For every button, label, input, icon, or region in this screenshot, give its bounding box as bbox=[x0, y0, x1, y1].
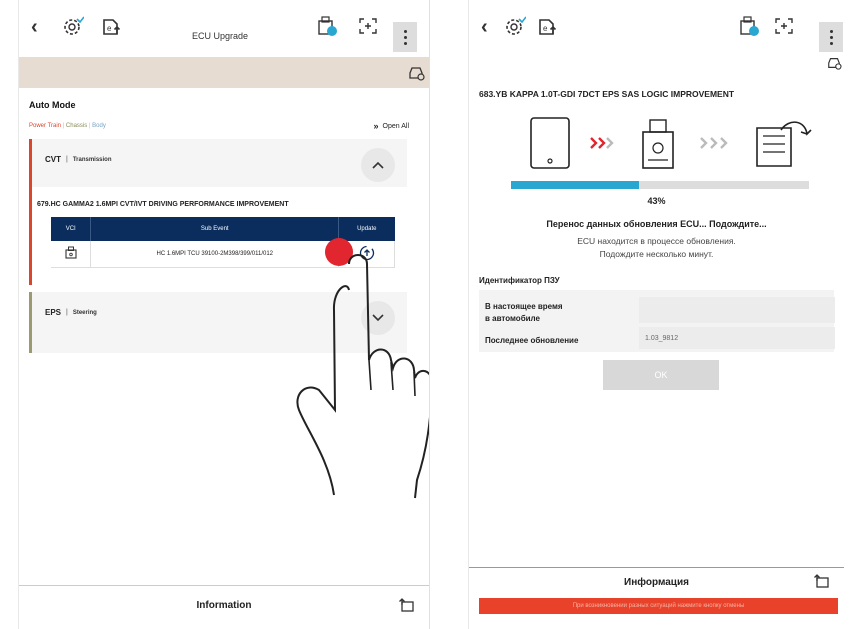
ecu-update-progress-screen: ‹ e 683.YB KAPPA 1.0T-GDI 7DCT EPS SAS L… bbox=[468, 0, 844, 629]
eps-subtitle: Steering bbox=[72, 309, 97, 316]
svg-text:e: e bbox=[107, 24, 112, 33]
auto-mode-heading: Auto Mode bbox=[29, 100, 76, 110]
information-label: Information bbox=[196, 600, 252, 611]
progress-fill bbox=[511, 181, 640, 189]
category-filter: Power Train | Chassis | Body bbox=[29, 123, 106, 129]
vehicle-settings-small-icon[interactable] bbox=[826, 56, 842, 75]
header-sub-event: Sub Event bbox=[90, 217, 340, 241]
vehicle-settings-icon[interactable] bbox=[61, 14, 85, 38]
more-menu-icon[interactable] bbox=[819, 22, 843, 52]
screen-capture-icon[interactable] bbox=[773, 16, 795, 36]
back-chevron-icon[interactable]: ‹ bbox=[31, 16, 38, 39]
vci-status-icon[interactable] bbox=[315, 14, 339, 38]
banner-text: При возникновении разных ситуаций нажмит… bbox=[572, 603, 745, 609]
last-update-value: 1.03_9812 bbox=[639, 327, 835, 349]
eps-header: EPS | Steering bbox=[45, 308, 97, 317]
vehicle-settings-icon[interactable] bbox=[503, 14, 527, 38]
expand-up-icon[interactable] bbox=[814, 574, 830, 588]
vci-icon bbox=[65, 246, 77, 259]
information-bar[interactable]: Информация bbox=[469, 567, 844, 597]
ok-button[interactable]: OK bbox=[603, 360, 719, 390]
category-power-train[interactable]: Power Train bbox=[29, 123, 61, 129]
tap-hand-icon bbox=[296, 254, 429, 499]
top-bar: ‹ e ECU Upgrade bbox=[19, 0, 429, 52]
vehicle-settings-small-icon[interactable] bbox=[407, 65, 425, 86]
vci-status-icon[interactable] bbox=[737, 14, 761, 38]
ecu-module-icon bbox=[756, 121, 812, 167]
arrows-active-icon bbox=[590, 137, 614, 149]
chevron-up-icon bbox=[372, 161, 384, 169]
open-all-button[interactable]: » Open All bbox=[374, 121, 409, 131]
cvt-subtitle: Transmission bbox=[72, 156, 112, 163]
status-main: Перенос данных обновления ECU... Подожди… bbox=[546, 219, 767, 229]
vci-cell bbox=[51, 241, 92, 268]
tablet-icon bbox=[530, 117, 570, 169]
cvt-separator: | bbox=[66, 156, 68, 163]
cvt-collapse-button[interactable] bbox=[361, 148, 395, 182]
cvt-name: CVT bbox=[45, 155, 61, 164]
double-chevron-down-icon: » bbox=[373, 121, 379, 131]
page-title: ECU Upgrade bbox=[192, 31, 249, 41]
cancel-warning-banner: При возникновении разных ситуаций нажмит… bbox=[479, 598, 838, 614]
information-bar[interactable]: Information bbox=[19, 585, 429, 625]
information-label: Информация bbox=[624, 577, 689, 588]
arrows-pending-icon bbox=[700, 137, 728, 149]
progress-percent: 43% bbox=[647, 196, 666, 206]
svg-text:e: e bbox=[543, 24, 548, 33]
header-update: Update bbox=[338, 217, 395, 241]
status-sub-2: Подождите несколько минут. bbox=[599, 249, 714, 259]
ecu-upload-icon[interactable]: e bbox=[535, 14, 559, 38]
top-bar: ‹ e bbox=[469, 0, 844, 52]
ecu-upload-icon[interactable]: e bbox=[99, 14, 123, 38]
progress-track bbox=[511, 181, 809, 189]
expand-up-icon[interactable] bbox=[399, 598, 415, 612]
category-chassis[interactable]: Chassis bbox=[66, 123, 87, 129]
current-value bbox=[639, 297, 835, 323]
eps-name: EPS bbox=[45, 308, 62, 317]
cvt-event-title: 679.HC GAMMA2 1.6MPI CVT/IVT DRIVING PER… bbox=[37, 201, 289, 208]
eps-accent-bar bbox=[29, 292, 32, 353]
cvt-header: CVT | Transmission bbox=[45, 155, 112, 164]
rom-id-heading: Идентификатор ПЗУ bbox=[479, 276, 560, 285]
last-update-label: Последнее обновление bbox=[485, 336, 579, 345]
vci-device-icon bbox=[642, 119, 674, 169]
more-menu-icon[interactable] bbox=[393, 22, 417, 52]
ecu-upgrade-screen: ‹ e ECU Upgrade Auto Mode Power Train | … bbox=[18, 0, 430, 629]
current-label-line2: в автомобиле bbox=[485, 314, 540, 323]
header-vci: VCI bbox=[51, 217, 92, 241]
screen-capture-icon[interactable] bbox=[357, 16, 379, 36]
data-transfer-illustration bbox=[530, 117, 812, 169]
back-chevron-icon[interactable]: ‹ bbox=[481, 16, 488, 39]
current-label-line1: В настоящее время bbox=[485, 302, 563, 311]
vehicle-info-bar bbox=[19, 57, 429, 88]
event-title: 683.YB KAPPA 1.0T-GDI 7DCT EPS SAS LOGIC… bbox=[479, 89, 735, 99]
status-sub-1: ECU находится в процессе обновления. bbox=[577, 236, 736, 246]
eps-separator: | bbox=[66, 309, 68, 316]
category-body[interactable]: Body bbox=[92, 123, 106, 129]
open-all-label: Open All bbox=[382, 122, 409, 130]
